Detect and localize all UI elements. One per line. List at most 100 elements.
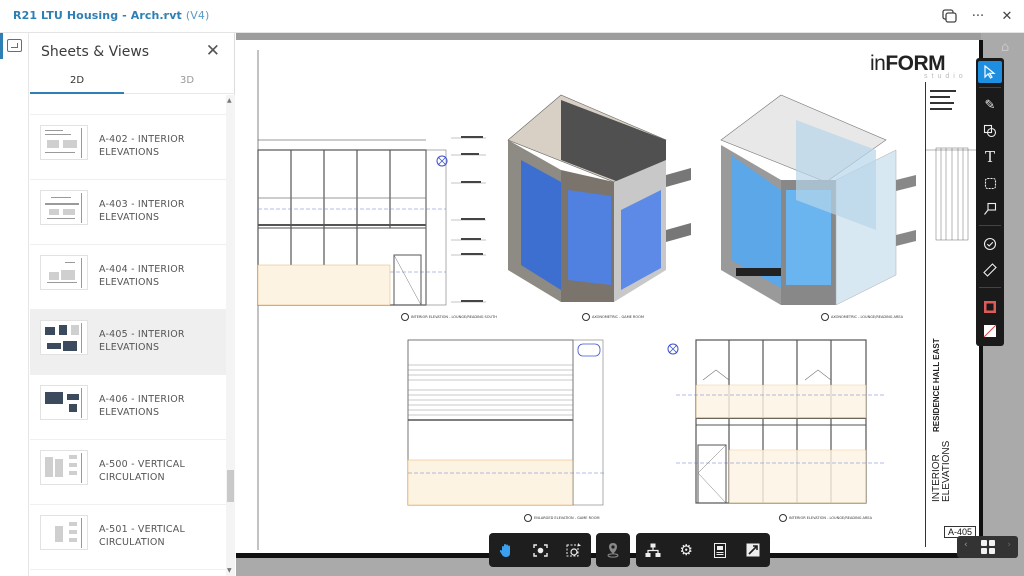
sheet-label: A-403 - INTERIOR ELEVATIONS bbox=[99, 198, 185, 224]
close-icon[interactable]: ✕ bbox=[998, 7, 1016, 25]
next-sheet-button[interactable]: › bbox=[1007, 540, 1011, 550]
thumbnail-mark bbox=[63, 140, 77, 148]
scroll-thumb[interactable] bbox=[227, 470, 234, 502]
sheet-list-item[interactable]: A-402 - INTERIOR ELEVATIONS bbox=[30, 115, 226, 180]
sheet-thumbnail bbox=[40, 515, 88, 550]
cloud-tool[interactable] bbox=[978, 172, 1002, 194]
grid-view-icon[interactable] bbox=[981, 540, 995, 554]
sheet-title: INTERIOR ELEVATIONS bbox=[931, 440, 952, 502]
drawing-sheet[interactable]: INTERIOR ELEVATION - LOUNGE/READING SOUT… bbox=[236, 40, 979, 553]
thumbnail-mark bbox=[71, 325, 79, 335]
sheet-list-item[interactable]: A-404 - INTERIOR ELEVATIONS bbox=[30, 245, 226, 310]
sheet-list-item[interactable]: A-501 - VERTICAL CIRCULATION bbox=[30, 505, 226, 570]
sheet-label: A-500 - VERTICAL CIRCULATION bbox=[99, 458, 185, 484]
document-name: R21 LTU Housing - Arch.rvt bbox=[13, 9, 182, 22]
top-bar: R21 LTU Housing - Arch.rvt (V4) ⌄ ··· ✕ bbox=[0, 0, 1024, 33]
home-icon[interactable]: ⌂ bbox=[1001, 40, 1009, 55]
sheet-list-item[interactable]: A-403 - INTERIOR ELEVATIONS bbox=[30, 180, 226, 245]
list-item-partial[interactable] bbox=[30, 95, 226, 115]
location-toolbar bbox=[596, 533, 630, 567]
model-browser[interactable] bbox=[636, 533, 670, 567]
settings[interactable]: ⚙ bbox=[670, 533, 704, 567]
top-actions: ··· ✕ bbox=[940, 7, 1016, 25]
more-icon[interactable]: ··· bbox=[969, 7, 987, 25]
sheet-label: A-501 - VERTICAL CIRCULATION bbox=[99, 523, 185, 549]
thumbnail-mark bbox=[63, 209, 75, 215]
sheets-views-icon[interactable] bbox=[7, 39, 22, 52]
text-tool[interactable]: T bbox=[978, 146, 1002, 168]
location-tool[interactable] bbox=[596, 533, 630, 567]
thumbnail-mark bbox=[55, 459, 63, 477]
hand-icon bbox=[499, 543, 510, 557]
toolbar-divider bbox=[979, 225, 1001, 226]
enlarged-elevation-game-room bbox=[407, 339, 606, 506]
navigation-toolbar bbox=[489, 533, 591, 567]
tab-3d[interactable]: 3D bbox=[140, 75, 234, 86]
thumbnail-mark bbox=[45, 130, 63, 131]
sheet-label-line2: ELEVATIONS bbox=[99, 277, 160, 288]
sheet-label-line2: ELEVATIONS bbox=[99, 147, 160, 158]
thumbnail-mark bbox=[55, 526, 63, 542]
interior-elevation-lounge-south bbox=[257, 136, 486, 306]
freehand-tool[interactable]: ✎ bbox=[978, 94, 1002, 116]
toolbar-divider bbox=[979, 87, 1001, 88]
scroll-up-icon[interactable]: ▲ bbox=[227, 97, 232, 104]
sheet-list-item[interactable]: A-406 - INTERIOR ELEVATIONS bbox=[30, 375, 226, 440]
sheet-list-item[interactable]: A-500 - VERTICAL CIRCULATION bbox=[30, 440, 226, 505]
thumbnail-mark bbox=[81, 193, 82, 223]
sheets-views-panel: Sheets & Views ✕ 2D 3D A-402 - INTERIOR E… bbox=[30, 33, 235, 576]
thumbnail-mark bbox=[45, 392, 63, 404]
thumbnail-mark bbox=[59, 325, 67, 335]
chevron-down-icon[interactable]: ⌄ bbox=[161, 9, 169, 19]
check-circle-icon bbox=[983, 237, 997, 251]
sheet-label-line2: ELEVATIONS bbox=[99, 407, 160, 418]
view-caption: ENLARGED ELEVATION - GAME ROOM bbox=[524, 514, 600, 522]
sheet-list-item[interactable]: A-405 - INTERIOR ELEVATIONS bbox=[30, 310, 226, 375]
shapes-tool[interactable] bbox=[978, 120, 1002, 142]
sheet-label-line1: A-402 - INTERIOR bbox=[99, 134, 185, 145]
sheet-label-line1: A-501 - VERTICAL bbox=[99, 524, 185, 535]
properties[interactable] bbox=[703, 533, 737, 567]
cloud-icon bbox=[984, 177, 996, 189]
active-tab-indicator bbox=[30, 92, 124, 94]
sheet-label: A-402 - INTERIOR ELEVATIONS bbox=[99, 133, 185, 159]
thumbnail-mark bbox=[67, 394, 79, 400]
interior-elevation-lounge-reading bbox=[667, 339, 886, 504]
document-title[interactable]: R21 LTU Housing - Arch.rvt (V4) bbox=[13, 9, 209, 22]
sheet-pager: ‹ › bbox=[957, 536, 1018, 558]
view-tabs: 2D 3D bbox=[30, 71, 235, 94]
thumbnail-mark bbox=[69, 404, 77, 412]
fullscreen[interactable] bbox=[737, 533, 771, 567]
close-icon[interactable]: ✕ bbox=[206, 43, 220, 60]
sheet-label-line1: A-405 - INTERIOR bbox=[99, 329, 185, 340]
thumbnail-mark bbox=[69, 522, 77, 526]
fill-color[interactable] bbox=[978, 320, 1002, 342]
thumbnail-mark bbox=[49, 209, 59, 215]
thumbnail-mark bbox=[69, 471, 77, 475]
stamp-tool[interactable] bbox=[978, 233, 1002, 255]
tab-2d[interactable]: 2D bbox=[30, 75, 124, 86]
thumbnail-mark bbox=[81, 323, 82, 353]
select-tool[interactable] bbox=[978, 61, 1002, 83]
compare-icon[interactable] bbox=[940, 7, 958, 25]
fit-to-view[interactable] bbox=[523, 533, 557, 567]
view-caption: AXONOMETRIC - LOUNGE/READING AREA bbox=[821, 313, 903, 321]
stroke-color[interactable] bbox=[978, 296, 1002, 318]
sheet-thumbnail bbox=[40, 190, 88, 225]
markup-toolbar: ✎ T bbox=[976, 58, 1004, 346]
thumbnail-mark bbox=[69, 538, 77, 542]
thumbnail-mark bbox=[47, 218, 75, 219]
fullscreen-icon bbox=[746, 543, 760, 557]
scrollbar[interactable]: ▲ ▼ bbox=[226, 95, 235, 576]
callout-tool[interactable] bbox=[978, 198, 1002, 220]
previous-sheet-button[interactable]: ‹ bbox=[964, 540, 968, 550]
zoom-window[interactable] bbox=[557, 533, 591, 567]
measure-tool[interactable] bbox=[978, 259, 1002, 281]
sheet-thumbnail bbox=[40, 450, 88, 485]
pan-tool[interactable] bbox=[489, 533, 523, 567]
tools-toolbar: ⚙ bbox=[636, 533, 770, 567]
view-caption: INTERIOR ELEVATION - LOUNGE/READING AREA bbox=[779, 514, 872, 522]
sheet-shadow bbox=[236, 33, 981, 40]
callout-icon bbox=[984, 202, 997, 215]
scroll-down-icon[interactable]: ▼ bbox=[227, 567, 232, 574]
